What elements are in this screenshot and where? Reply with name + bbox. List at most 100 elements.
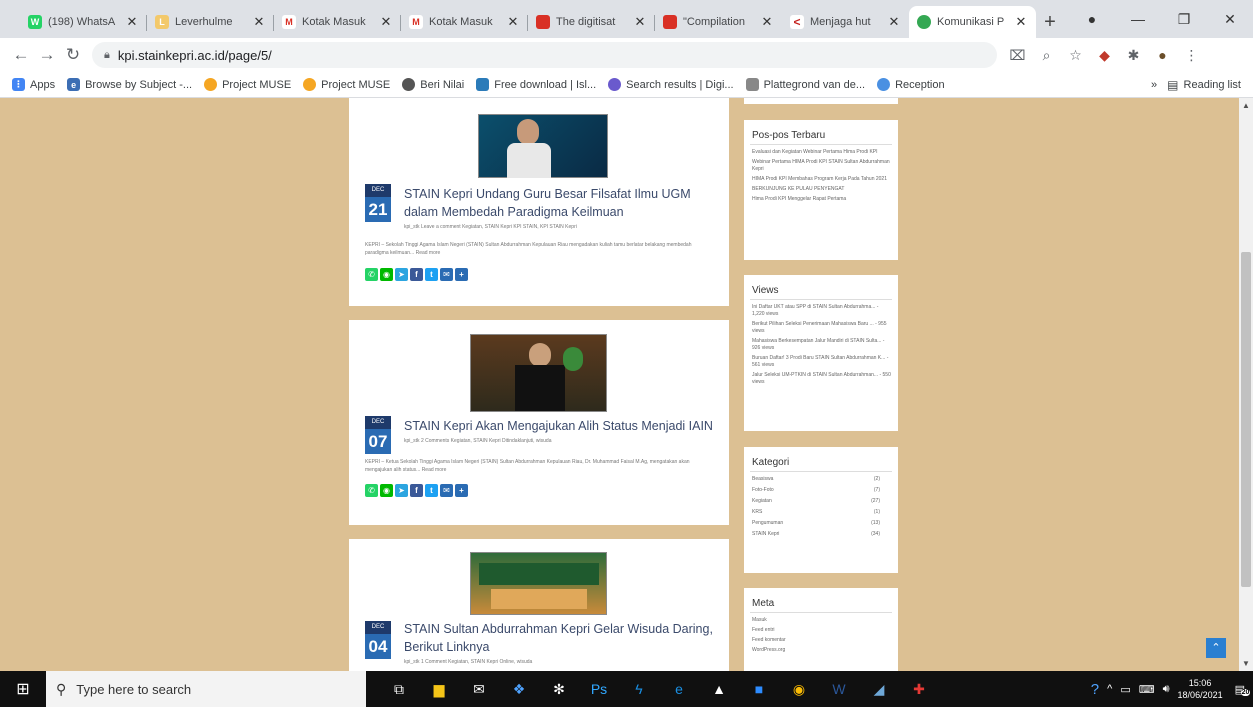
recent-post-link[interactable]: Hima Prodi KPI Menggelar Rapat Pertama xyxy=(744,196,898,203)
translate-icon[interactable]: ⌧ xyxy=(1003,47,1032,64)
post-thumbnail[interactable] xyxy=(470,552,607,615)
chrome-icon[interactable]: ◉ xyxy=(782,671,816,707)
post-thumbnail[interactable] xyxy=(478,114,608,178)
popular-post-link[interactable]: Jalur Seleksi UM-PTKIN di STAIN Sultan A… xyxy=(744,372,898,386)
close-tab-icon[interactable]: ✕ xyxy=(506,14,520,30)
close-tab-icon[interactable]: ✕ xyxy=(252,14,266,30)
meta-link[interactable]: Feed entri xyxy=(744,627,898,634)
popular-post-link[interactable]: Berikut Pilihan Seleksi Penerimaan Mahas… xyxy=(744,321,898,335)
close-tab-icon[interactable]: ✕ xyxy=(633,14,647,30)
recent-post-link[interactable]: HIMA Prodi KPI Membahas Program Kerja Pa… xyxy=(744,176,898,183)
photos-icon[interactable]: ▲ xyxy=(702,671,736,707)
notification-icon[interactable]: ▤ 20 xyxy=(1235,683,1251,696)
category-item[interactable]: Foto-Foto (7) xyxy=(744,487,898,494)
profile-dot-icon[interactable]: ● xyxy=(1069,11,1115,27)
clock[interactable]: 15:06 18/06/2021 xyxy=(1178,677,1223,701)
network-icon[interactable]: ▭ xyxy=(1120,683,1130,696)
more-share-icon[interactable]: + xyxy=(455,484,468,497)
category-item[interactable]: KRS (1) xyxy=(744,509,898,516)
browser-tab[interactable]: L Leverhulme ✕ xyxy=(147,6,274,38)
browser-tab[interactable]: < Menjaga hut ✕ xyxy=(782,6,909,38)
acrobat-icon[interactable]: ✚ xyxy=(902,671,936,707)
telegram-share-icon[interactable]: ➤ xyxy=(395,484,408,497)
bookmark[interactable]: Project MUSE xyxy=(204,78,291,91)
browser-tab[interactable]: M Kotak Masuk ✕ xyxy=(401,6,528,38)
bookmark-apps[interactable]: ⋮ Apps xyxy=(12,78,55,91)
bolt-icon[interactable]: ϟ xyxy=(622,671,656,707)
settings-icon[interactable]: ✻ xyxy=(542,671,576,707)
category-item[interactable]: Pengumuman (13) xyxy=(744,520,898,527)
zoom-icon[interactable]: ⌕ xyxy=(1032,47,1061,64)
browser-tab[interactable]: M Kotak Masuk ✕ xyxy=(274,6,401,38)
bookmark[interactable]: Beri Nilai xyxy=(402,78,464,91)
meta-link[interactable]: Feed komentar xyxy=(744,637,898,644)
browser-tab[interactable]: "Compilation ✕ xyxy=(655,6,782,38)
close-tab-icon[interactable]: ✕ xyxy=(887,14,901,30)
popular-post-link[interactable]: Buruan Daftar! 3 Prodi Baru STAIN Sultan… xyxy=(744,355,898,369)
close-window-button[interactable]: ✕ xyxy=(1207,11,1253,28)
mail-icon[interactable]: ✉ xyxy=(462,671,496,707)
minimize-button[interactable]: — xyxy=(1115,11,1161,27)
browser-tab-active[interactable]: Komunikasi P ✕ xyxy=(909,6,1036,38)
new-tab-button[interactable]: + xyxy=(1036,6,1064,38)
extension-icon[interactable]: ◆ xyxy=(1090,47,1119,64)
windows-start-icon[interactable]: ⊞ xyxy=(0,679,46,699)
popular-post-link[interactable]: Ini Daftar UKT atau SPP di STAIN Sultan … xyxy=(744,304,898,318)
recent-post-link[interactable]: Webinar Pertama HIMA Prodi KPI STAIN Sul… xyxy=(744,159,898,173)
close-tab-icon[interactable]: ✕ xyxy=(125,14,139,30)
meta-link[interactable]: Masuk xyxy=(744,617,898,624)
post-title[interactable]: STAIN Sultan Abdurrahman Kepri Gelar Wis… xyxy=(404,620,714,656)
lock-icon[interactable]: 🔒︎ xyxy=(104,49,110,62)
dropbox-icon[interactable]: ❖ xyxy=(502,671,536,707)
browser-tab[interactable]: W (198) WhatsA ✕ xyxy=(20,6,147,38)
line-share-icon[interactable]: ◉ xyxy=(380,268,393,281)
post-title[interactable]: STAIN Kepri Undang Guru Besar Filsafat I… xyxy=(404,185,714,221)
post-title[interactable]: STAIN Kepri Akan Mengajukan Alih Status … xyxy=(404,417,724,435)
avatar[interactable]: ● xyxy=(1148,47,1177,63)
bookmark[interactable]: e Browse by Subject -... xyxy=(67,78,192,91)
scroll-up-arrow-icon[interactable]: ▲ xyxy=(1239,101,1253,110)
file-explorer-icon[interactable]: ▆ xyxy=(422,671,456,707)
photoshop-icon[interactable]: Ps xyxy=(582,671,616,707)
whatsapp-share-icon[interactable]: ✆ xyxy=(365,268,378,281)
reading-list-button[interactable]: Reading list xyxy=(1184,79,1241,91)
line-share-icon[interactable]: ◉ xyxy=(380,484,393,497)
recent-post-link[interactable]: BERKUNJUNG KE PULAU PENYENGAT xyxy=(744,186,898,193)
taskbar-search[interactable]: ⚲ Type here to search xyxy=(46,671,366,707)
bookmark-star-icon[interactable]: ☆ xyxy=(1061,47,1090,64)
volume-icon[interactable]: 🔊︎ xyxy=(1163,683,1170,696)
scroll-down-arrow-icon[interactable]: ▼ xyxy=(1239,659,1253,668)
restore-button[interactable]: ❐ xyxy=(1161,11,1207,28)
extensions-puzzle-icon[interactable]: ✱ xyxy=(1119,47,1148,64)
browser-tab[interactable]: The digitisat ✕ xyxy=(528,6,655,38)
word-icon[interactable]: W xyxy=(822,671,856,707)
keyboard-icon[interactable]: ⌨ xyxy=(1139,683,1155,696)
reload-button[interactable]: ↻ xyxy=(60,45,86,65)
app-icon[interactable]: ◢ xyxy=(862,671,896,707)
forward-button[interactable]: → xyxy=(34,45,60,65)
edge-icon[interactable]: e xyxy=(662,671,696,707)
back-button[interactable]: ← xyxy=(8,45,34,65)
recent-post-link[interactable]: Evaluasi dan Kegiatan Webinar Pertama Hi… xyxy=(744,149,898,156)
zoom-app-icon[interactable]: ■ xyxy=(742,671,776,707)
bookmark[interactable]: Reception xyxy=(877,78,945,91)
bookmark[interactable]: Plattegrond van de... xyxy=(745,78,865,91)
email-share-icon[interactable]: ✉ xyxy=(440,484,453,497)
more-share-icon[interactable]: + xyxy=(455,268,468,281)
twitter-share-icon[interactable]: t xyxy=(425,268,438,281)
help-icon[interactable]: ? xyxy=(1091,681,1099,698)
chevron-up-icon[interactable]: ^ xyxy=(1107,683,1112,695)
close-tab-icon[interactable]: ✕ xyxy=(379,14,393,30)
bookmark[interactable]: Project MUSE xyxy=(303,78,390,91)
twitter-share-icon[interactable]: t xyxy=(425,484,438,497)
bookmark[interactable]: Free download | Isl... xyxy=(476,78,596,91)
popular-post-link[interactable]: Mahasiswa Berkesempatan Jalur Mandiri di… xyxy=(744,338,898,352)
facebook-share-icon[interactable]: f xyxy=(410,268,423,281)
scrollbar-thumb[interactable] xyxy=(1241,252,1251,587)
facebook-share-icon[interactable]: f xyxy=(410,484,423,497)
menu-icon[interactable]: ⋮ xyxy=(1177,47,1206,64)
category-item[interactable]: STAIN Kepri (34) xyxy=(744,531,898,538)
email-share-icon[interactable]: ✉ xyxy=(440,268,453,281)
category-item[interactable]: Kegiatan (27) xyxy=(744,498,898,505)
vertical-scrollbar[interactable]: ▲ ▼ xyxy=(1239,98,1253,671)
